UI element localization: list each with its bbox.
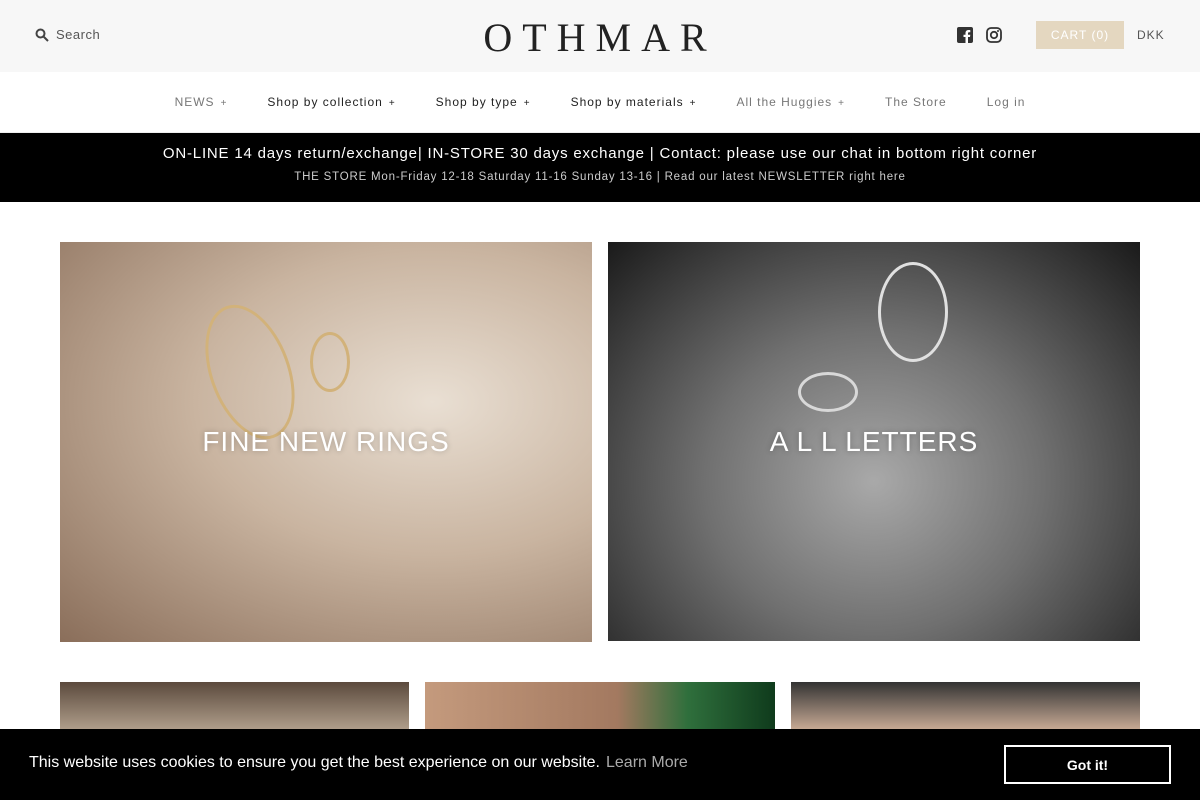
instagram-icon[interactable] — [986, 27, 1002, 43]
facebook-icon[interactable] — [957, 27, 973, 43]
cookie-accept-button[interactable]: Got it! — [1004, 745, 1171, 784]
collection-tile-all-letters[interactable]: A L L LETTERS — [608, 242, 1140, 641]
banner-line-store-hours[interactable]: THE STORE Mon-Friday 12-18 Saturday 11-1… — [0, 171, 1200, 183]
top-header: Search OTHMAR CART (0) DKK — [0, 0, 1200, 72]
nav-item-shop-by-collection[interactable]: Shop by collection + — [267, 95, 395, 109]
site-logo[interactable]: OTHMAR — [470, 14, 730, 61]
social-links — [957, 27, 1002, 43]
ring-image-detail — [878, 262, 948, 362]
nav-item-shop-by-materials[interactable]: Shop by materials + — [571, 95, 697, 109]
expand-plus-icon: + — [689, 98, 697, 109]
nav-item-label: Log in — [986, 95, 1026, 109]
search-field[interactable]: Search — [35, 27, 100, 42]
cookie-message-text: This website uses cookies to ensure you … — [29, 754, 600, 771]
nav-item-all-the-huggies[interactable]: All the Huggies + — [736, 95, 845, 109]
search-icon — [35, 28, 49, 42]
nav-item-the-store[interactable]: The Store — [885, 95, 947, 109]
tile-title: FINE NEW RINGS — [202, 426, 450, 457]
nav-item-label: Shop by type — [435, 95, 518, 109]
search-label: Search — [56, 27, 101, 42]
nav-item-shop-by-type[interactable]: Shop by type + — [436, 95, 531, 109]
nav-item-news[interactable]: NEWS + — [175, 95, 228, 109]
nav-item-label: The Store — [885, 95, 947, 109]
announcement-banner: ON-LINE 14 days return/exchange| IN-STOR… — [0, 133, 1200, 202]
nav-item-label: Shop by materials — [570, 95, 684, 109]
nav-item-label: All the Huggies — [736, 95, 833, 109]
expand-plus-icon: + — [523, 98, 531, 109]
nav-item-label: Shop by collection — [267, 95, 383, 109]
main-nav: NEWS + Shop by collection + Shop by type + … — [0, 72, 1200, 133]
ring-image-detail — [310, 332, 350, 392]
expand-plus-icon: + — [220, 98, 228, 109]
learn-more-link[interactable]: Learn More — [606, 754, 688, 771]
cookie-consent-bar: This website uses cookies to ensure you … — [0, 729, 1200, 800]
tile-title: A L L LETTERS — [769, 425, 979, 457]
nav-item-label: NEWS — [174, 95, 215, 109]
collection-tile-fine-new-rings[interactable]: FINE NEW RINGS — [60, 242, 592, 642]
currency-selector[interactable]: DKK — [1137, 28, 1165, 42]
expand-plus-icon: + — [838, 98, 846, 109]
nav-item-log-in[interactable]: Log in — [987, 95, 1026, 109]
banner-line-returns[interactable]: ON-LINE 14 days return/exchange| IN-STOR… — [0, 145, 1200, 162]
ring-image-detail — [798, 372, 858, 412]
cart-button[interactable]: CART (0) — [1036, 21, 1124, 49]
expand-plus-icon: + — [388, 98, 396, 109]
cookie-message: This website uses cookies to ensure you … — [29, 754, 688, 772]
